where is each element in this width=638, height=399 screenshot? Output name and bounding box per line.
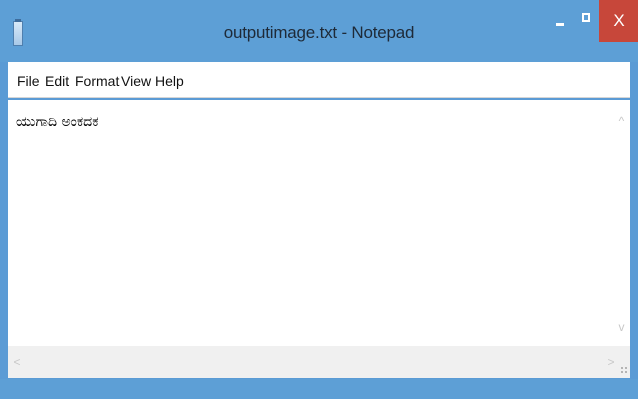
editor-content[interactable]: ಯುಗಾದಿ ಅಂಕದಕ — [16, 114, 99, 130]
menu-bar: File Edit Format View Help — [8, 62, 630, 98]
scroll-down-icon[interactable]: v — [613, 320, 630, 334]
notepad-window: outputimage.txt - Notepad X File Edit Fo… — [0, 0, 638, 399]
resize-grip-icon[interactable] — [620, 366, 628, 374]
title-bar[interactable]: outputimage.txt - Notepad X — [0, 0, 638, 62]
maximize-icon — [582, 13, 590, 22]
menu-help[interactable]: Help — [155, 62, 184, 98]
scroll-up-icon[interactable]: ^ — [613, 114, 630, 128]
menu-edit[interactable]: Edit — [45, 62, 69, 98]
scroll-right-icon[interactable]: > — [606, 355, 616, 369]
menu-file[interactable]: File — [17, 62, 40, 98]
scroll-left-icon[interactable]: < — [12, 355, 22, 369]
maximize-button[interactable] — [575, 4, 599, 42]
menu-format[interactable]: Format — [75, 62, 119, 98]
minimize-icon — [556, 23, 564, 26]
vertical-scrollbar[interactable]: ^ v — [613, 100, 630, 346]
horizontal-scrollbar[interactable]: < > — [8, 346, 630, 378]
close-icon: X — [613, 11, 625, 30]
menu-view[interactable]: View — [121, 62, 151, 98]
close-button[interactable]: X — [599, 0, 638, 42]
window-bottom-border — [0, 379, 638, 399]
text-editor[interactable]: ಯುಗಾದಿ ಅಂಕದಕ ^ v — [8, 100, 630, 346]
minimize-button[interactable] — [545, 4, 575, 42]
window-title: outputimage.txt - Notepad — [223, 23, 415, 42]
